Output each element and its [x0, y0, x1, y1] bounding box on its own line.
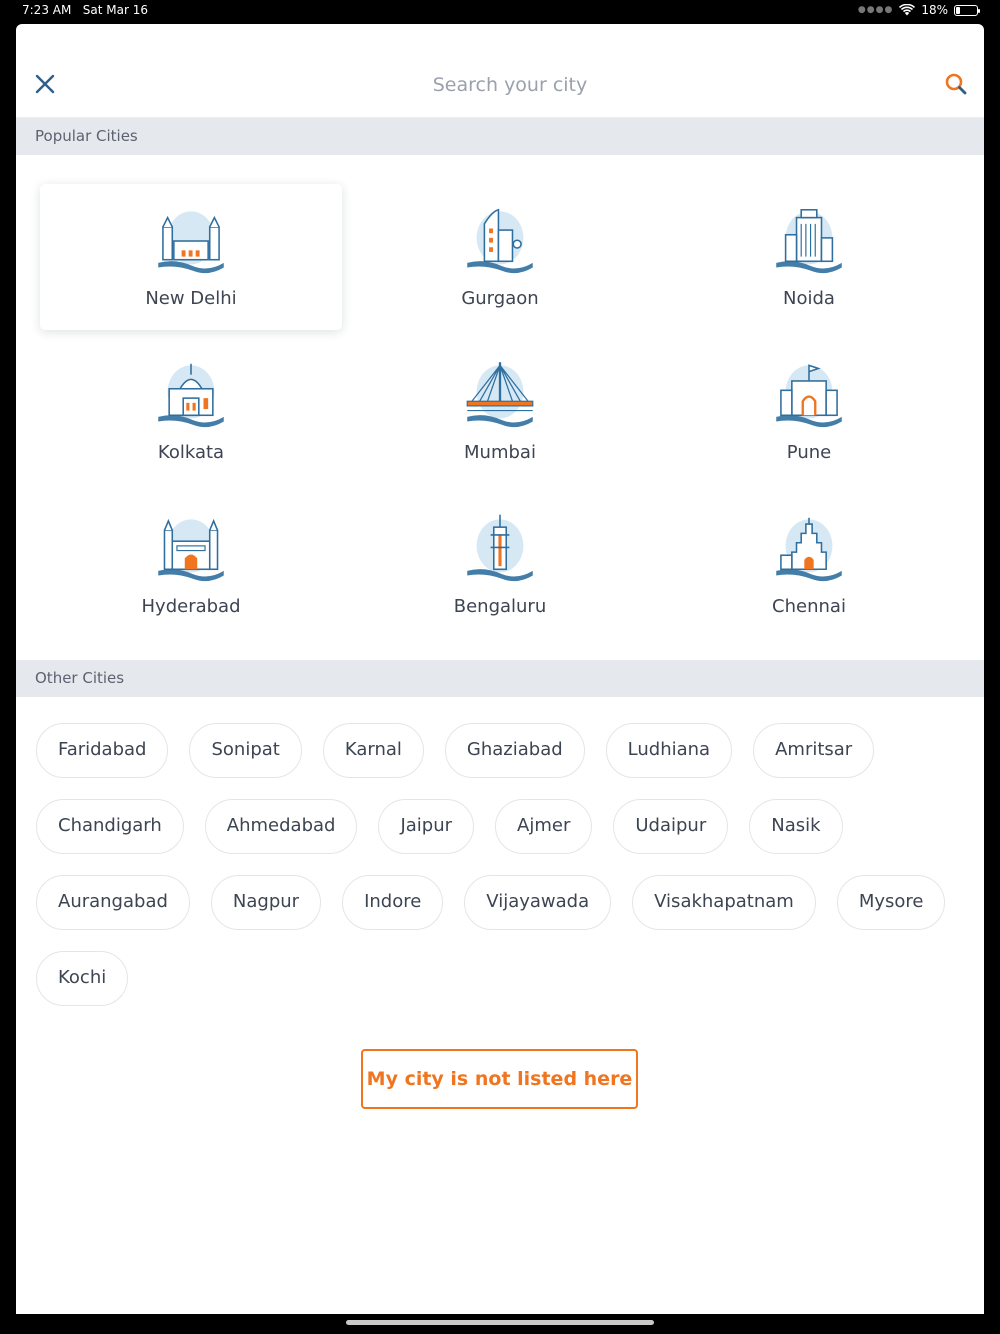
city-label: New Delhi: [145, 288, 237, 309]
city-chip-ajmer[interactable]: Ajmer: [495, 799, 593, 854]
city-tile-noida[interactable]: Noida: [658, 184, 960, 330]
city-label: Bengaluru: [453, 596, 547, 617]
city-chip-sonipat[interactable]: Sonipat: [189, 723, 302, 778]
city-label: Hyderabad: [141, 596, 241, 617]
city-chip-faridabad[interactable]: Faridabad: [36, 723, 169, 778]
city-chip-chandigarh[interactable]: Chandigarh: [36, 799, 184, 854]
india-gate-monument-icon: [152, 201, 230, 281]
city-picker-sheet: Popular Cities New Delhi Gurgaon Noida Kolk…: [16, 24, 984, 1314]
city-chip-visakhapatnam[interactable]: Visakhapatnam: [632, 875, 816, 930]
city-label: Kolkata: [157, 442, 225, 463]
status-indicators: ●●●● 18%: [857, 3, 980, 17]
tower-icon: [461, 509, 539, 589]
city-chip-udaipur[interactable]: Udaipur: [613, 799, 729, 854]
city-label: Mumbai: [464, 442, 536, 463]
charminar-icon: [152, 509, 230, 589]
city-label: Chennai: [772, 596, 846, 617]
wifi-icon: [899, 4, 916, 16]
city-label: Noida: [783, 288, 835, 309]
other-cities-header: Other Cities: [16, 660, 984, 697]
popular-cities-header: Popular Cities: [16, 118, 984, 155]
home-indicator: [346, 1320, 654, 1325]
city-chip-nasik[interactable]: Nasik: [749, 799, 843, 854]
city-tile-pune[interactable]: Pune: [658, 338, 960, 484]
victoria-memorial-icon: [152, 355, 230, 435]
chip-row: Aurangabad Nagpur Indore Vijayawada Visakhap…: [36, 875, 964, 930]
city-chip-amritsar[interactable]: Amritsar: [753, 723, 875, 778]
temple-gopuram-icon: [770, 509, 848, 589]
city-tile-mumbai[interactable]: Mumbai: [349, 338, 651, 484]
city-chip-mysore[interactable]: Mysore: [836, 875, 946, 930]
chip-row: Faridabad Sonipat Karnal Ghaziabad Ludhiana A…: [36, 723, 964, 778]
city-chip-indore[interactable]: Indore: [342, 875, 444, 930]
city-chip-vijayawada[interactable]: Vijayawada: [464, 875, 612, 930]
battery-percent: 18%: [921, 3, 948, 17]
city-tile-new-delhi[interactable]: New Delhi: [40, 184, 342, 330]
city-chip-jaipur[interactable]: Jaipur: [378, 799, 475, 854]
other-cities-list: Faridabad Sonipat Karnal Ghaziabad Ludhiana A…: [16, 697, 984, 1017]
signal-dots-icon: ●●●●: [857, 5, 894, 15]
city-chip-aurangabad[interactable]: Aurangabad: [36, 875, 190, 930]
city-chip-karnal[interactable]: Karnal: [322, 723, 424, 778]
sea-link-bridge-icon: [461, 355, 539, 435]
status-time-date: 7:23 AM Sat Mar 16: [22, 3, 148, 17]
close-icon[interactable]: [33, 72, 57, 96]
battery-icon: [954, 4, 980, 16]
skyscraper-icon: [770, 201, 848, 281]
city-tile-bengaluru[interactable]: Bengaluru: [349, 492, 651, 638]
search-icon[interactable]: [944, 72, 968, 96]
chip-row: Kochi: [36, 951, 964, 1006]
city-chip-kochi[interactable]: Kochi: [36, 951, 129, 1006]
city-label: Gurgaon: [461, 288, 539, 309]
popular-cities-grid: New Delhi Gurgaon Noida Kolkata Mumbai Pune Hy…: [16, 155, 984, 660]
city-label: Pune: [786, 442, 832, 463]
status-bar: 7:23 AM Sat Mar 16 ●●●● 18%: [0, 0, 1000, 24]
search-header: [16, 24, 984, 118]
chip-row: Chandigarh Ahmedabad Jaipur Ajmer Udaipur Nas…: [36, 799, 964, 854]
search-input[interactable]: [256, 70, 764, 100]
city-not-listed-button[interactable]: My city is not listed here: [361, 1049, 638, 1109]
city-tile-hyderabad[interactable]: Hyderabad: [40, 492, 342, 638]
city-chip-ahmedabad[interactable]: Ahmedabad: [204, 799, 358, 854]
city-tile-kolkata[interactable]: Kolkata: [40, 338, 342, 484]
city-chip-ghaziabad[interactable]: Ghaziabad: [444, 723, 585, 778]
city-tile-gurgaon[interactable]: Gurgaon: [349, 184, 651, 330]
city-tile-chennai[interactable]: Chennai: [658, 492, 960, 638]
city-chip-ludhiana[interactable]: Ludhiana: [605, 723, 733, 778]
city-chip-nagpur[interactable]: Nagpur: [210, 875, 322, 930]
shaniwar-wada-icon: [770, 355, 848, 435]
cyber-tower-icon: [461, 201, 539, 281]
